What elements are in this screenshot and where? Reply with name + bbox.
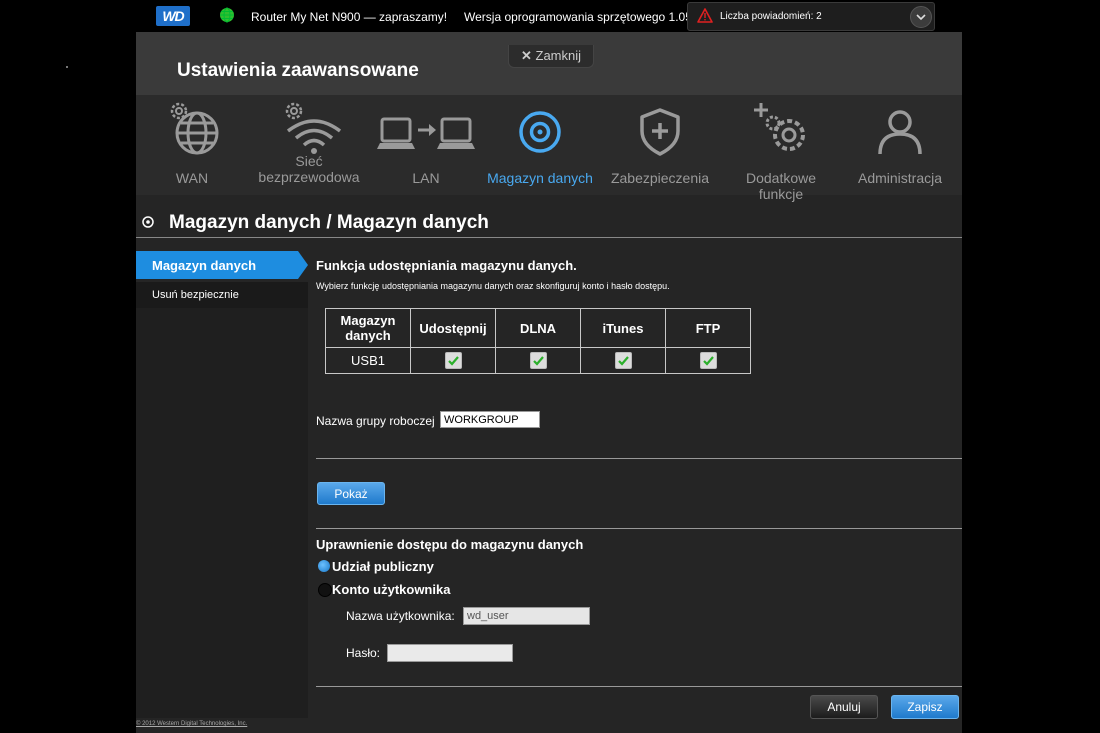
workgroup-input[interactable]: [440, 411, 540, 428]
cancel-button[interactable]: Anuluj: [810, 695, 878, 719]
dlna-checkbox[interactable]: [529, 352, 547, 370]
chevron-down-icon: [916, 14, 926, 21]
nav-item-security[interactable]: Zabezpieczenia: [606, 95, 714, 195]
nav-item-wireless[interactable]: Sieć bezprzewodowa: [254, 95, 364, 195]
nav-label-wan: WAN: [175, 170, 209, 186]
close-icon: ✕: [520, 48, 532, 63]
nav-item-storage[interactable]: Magazyn danych: [486, 95, 594, 195]
close-button[interactable]: ✕ Zamknij: [508, 45, 594, 68]
nav-label-lan: LAN: [412, 170, 440, 186]
nav-label-security: Zabezpieczenia: [610, 170, 710, 186]
share-cell: [410, 347, 496, 374]
section-title: Magazyn danych / Magazyn danych: [169, 212, 489, 233]
function-description: Wybierz funkcję udostępniania magazynu d…: [316, 281, 670, 291]
gears-plus-icon: [754, 103, 805, 151]
column-header: DLNA: [495, 308, 581, 348]
username-input[interactable]: [463, 607, 590, 625]
category-nav: WAN Sieć bezprzewodowa LAN Magazyn danyc…: [136, 95, 962, 202]
nav-label-wireless: Sieć bezprzewodowa: [258, 153, 360, 185]
notifications-count: Liczba powiadomień: 2: [720, 11, 822, 22]
permission-title: Uprawnienie dostępu do magazynu danych: [316, 537, 584, 552]
itunes-cell: [580, 347, 666, 374]
check-icon: [532, 356, 544, 366]
sidebar-background: [136, 308, 308, 718]
workgroup-label: Nazwa grupy roboczej: [316, 414, 435, 428]
nav-item-wan[interactable]: WAN: [140, 95, 244, 195]
wifi-gear-icon: [285, 102, 342, 154]
share-checkbox[interactable]: [444, 352, 462, 370]
storage-icon: [519, 111, 561, 153]
nav-label-additional: Dodatkowe funkcje: [745, 170, 817, 202]
storage-share-table: Magazyn danych Udostępnij DLNA iTunes FT…: [325, 308, 751, 374]
username-label: Nazwa użytkownika:: [346, 609, 455, 623]
storage-small-icon: [142, 216, 154, 228]
divider: [316, 528, 962, 529]
table-row: USB1: [325, 347, 751, 374]
nav-item-administration[interactable]: Administracja: [850, 95, 950, 195]
check-icon: [617, 356, 629, 366]
sidebar-active-arrow: [298, 251, 308, 279]
notifications-expand-button[interactable]: [910, 6, 932, 28]
copyright-link[interactable]: © 2012 Western Digital Technologies, Inc…: [136, 721, 247, 727]
page-title: Ustawienia zaawansowane: [177, 60, 419, 81]
public-share-radio[interactable]: [318, 560, 330, 572]
dlna-cell: [495, 347, 581, 374]
globe-gear-icon: [170, 102, 219, 155]
globe-status-icon: [220, 7, 234, 23]
wd-logo: WD: [156, 6, 190, 26]
column-header: iTunes: [580, 308, 666, 348]
save-button[interactable]: Zapisz: [891, 695, 959, 719]
column-header: Udostępnij: [410, 308, 496, 348]
nav-item-lan[interactable]: LAN: [372, 95, 480, 195]
nav-item-additional[interactable]: Dodatkowe funkcje: [722, 95, 840, 202]
section-divider: [136, 237, 962, 238]
show-button[interactable]: Pokaż: [317, 482, 385, 505]
lan-icon: [377, 117, 475, 149]
function-title: Funkcja udostępniania magazynu danych.: [316, 258, 577, 273]
divider: [316, 458, 962, 459]
ftp-checkbox[interactable]: [699, 352, 717, 370]
stray-dot: [66, 66, 68, 68]
public-share-label[interactable]: Udział publiczny: [332, 559, 434, 574]
close-label: Zamknij: [535, 48, 582, 63]
user-icon: [878, 110, 922, 155]
user-account-label[interactable]: Konto użytkownika: [332, 582, 450, 597]
firmware-version: Wersja oprogramowania sprzętowego 1.05.1…: [464, 10, 709, 24]
password-input[interactable]: [387, 644, 513, 662]
check-icon: [702, 356, 714, 366]
check-icon: [447, 356, 459, 366]
nav-label-administration: Administracja: [857, 170, 943, 186]
sidebar-item-label[interactable]: Magazyn danych: [152, 258, 256, 273]
main-panel: ✕ Zamknij Ustawienia zaawansowane WAN Si…: [136, 32, 962, 733]
storage-name-cell: USB1: [325, 347, 411, 374]
column-header: FTP: [665, 308, 751, 348]
table-header-row: Magazyn danych Udostępnij DLNA iTunes FT…: [325, 308, 751, 348]
shield-icon: [640, 108, 680, 156]
notifications-bar[interactable]: Liczba powiadomień: 2: [687, 2, 935, 31]
password-label: Hasło:: [346, 646, 381, 660]
nav-label-storage: Magazyn danych: [487, 170, 593, 186]
divider: [316, 686, 962, 687]
itunes-checkbox[interactable]: [614, 352, 632, 370]
user-account-radio[interactable]: [318, 583, 332, 597]
ftp-cell: [665, 347, 751, 374]
warning-icon: [697, 8, 713, 23]
sidebar-item-label[interactable]: Usuń bezpiecznie: [152, 289, 239, 301]
router-name: Router My Net N900 — zapraszamy!: [251, 10, 448, 24]
column-header: Magazyn danych: [325, 308, 411, 348]
